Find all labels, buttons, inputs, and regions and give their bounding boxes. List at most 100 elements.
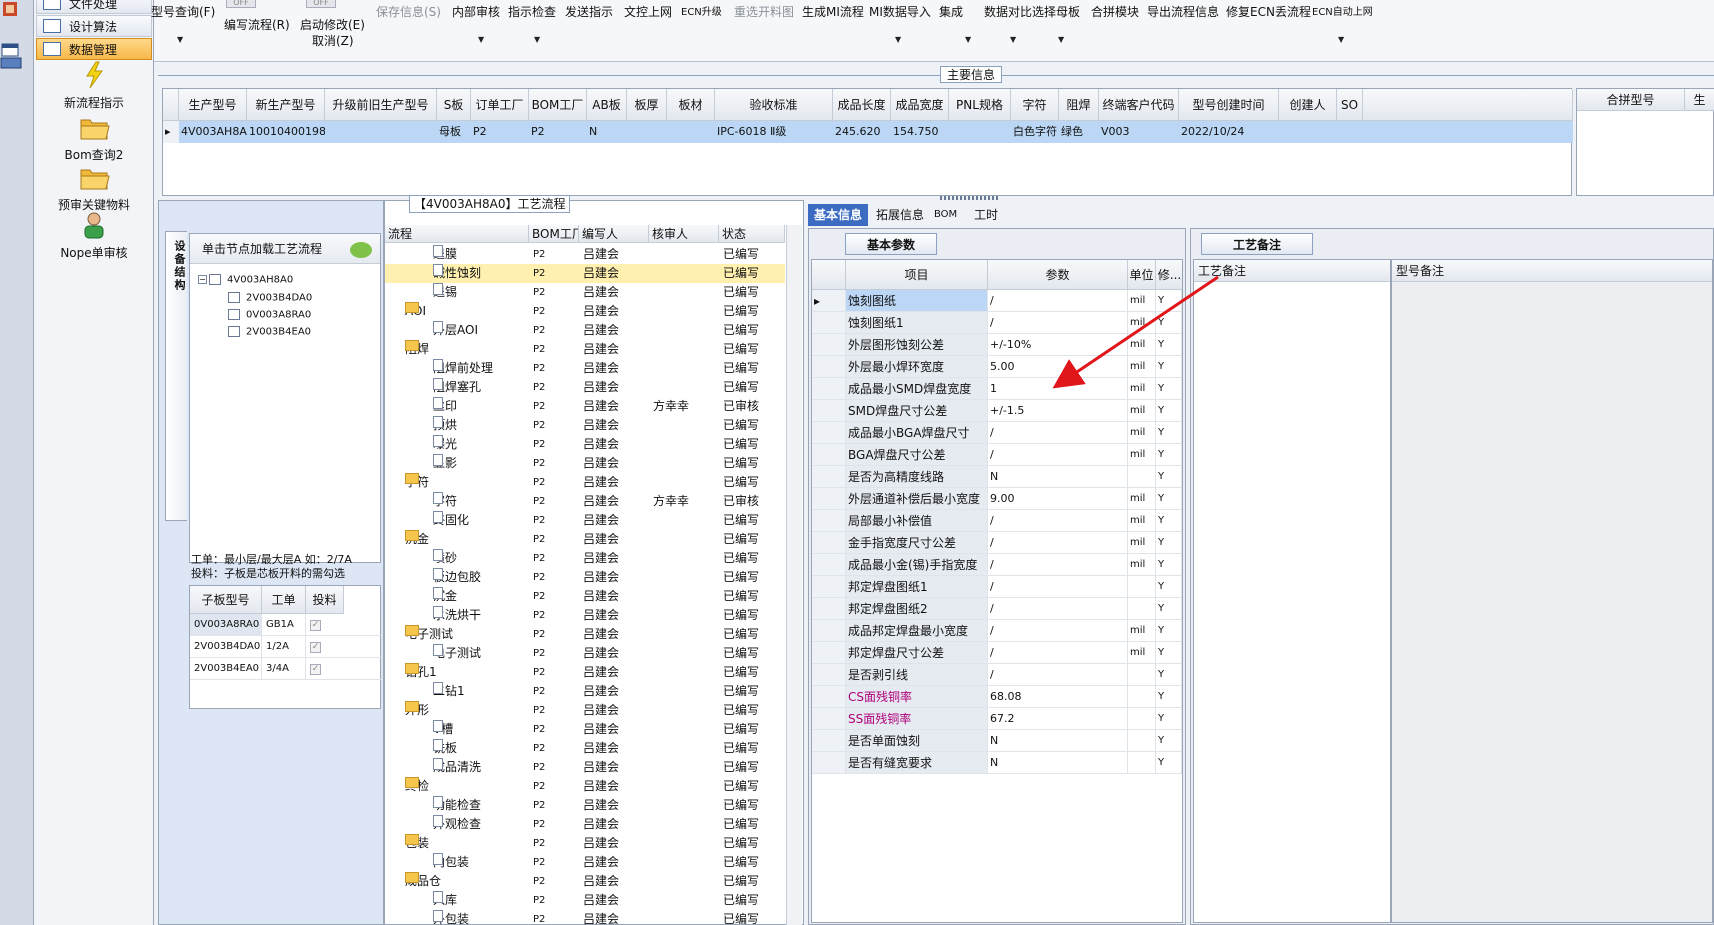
process-row[interactable]: 电子测试 P2 吕建会 已编写	[385, 644, 785, 663]
collapse-icon[interactable]: −	[198, 275, 207, 284]
speech-bubble-icon[interactable]	[350, 242, 372, 258]
main-cell[interactable]: P2	[529, 121, 587, 143]
basic-row[interactable]: 是否为高精度线路 N Y	[812, 466, 1182, 488]
main-col-header[interactable]: 终端客户代码	[1099, 89, 1179, 121]
toolbar-item-18[interactable]: 修复ECN丢流程	[1226, 3, 1311, 20]
basic-value[interactable]: +/-10%	[988, 334, 1128, 356]
basic-value[interactable]: 1	[988, 378, 1128, 400]
splitter-grip[interactable]	[940, 196, 1000, 200]
basic-params-grid[interactable]: 项目 参数 单位 修... ▸ 蚀刻图纸 / mil Y 蚀刻图纸1/mil Y 外层图形蚀刻公差 +/…	[811, 259, 1183, 923]
checkbox[interactable]: ✓	[310, 664, 321, 675]
main-col-header[interactable]: 型号创建时间	[1179, 89, 1279, 121]
basic-value[interactable]: +/-1.5	[988, 400, 1128, 422]
main-cell[interactable]: 白色字符	[1011, 121, 1059, 143]
process-row[interactable]: 碱性蚀刻 P2 吕建会 已编写	[385, 264, 785, 283]
nav-item-1[interactable]: 设计算法	[36, 15, 152, 37]
toolbar-item-10[interactable]: 重选开料图	[734, 3, 794, 20]
tree-child-node[interactable]: 0V003A8RA0	[228, 309, 311, 321]
basic-value[interactable]: /	[988, 554, 1128, 576]
basic-row[interactable]: 成品最小BGA焊盘尺寸 / mil Y	[812, 422, 1182, 444]
process-row[interactable]: 外观检查 P2 吕建会 已编写	[385, 815, 785, 834]
subgrid-cell-feed[interactable]: ✓	[306, 614, 382, 636]
toolbar-item-9[interactable]: ECN升级	[681, 3, 722, 18]
main-col-header[interactable]: AB板	[587, 89, 627, 121]
basic-row[interactable]: 成品邦定焊盘最小宽度 / mil Y	[812, 620, 1182, 642]
merge-model-grid[interactable]: 合拼型号生	[1576, 88, 1714, 196]
tab-3[interactable]: 工时	[968, 204, 1004, 226]
process-row[interactable]: 板边包胶 P2 吕建会 已编写	[385, 568, 785, 587]
basic-col-header[interactable]: 参数	[988, 260, 1128, 290]
subgrid-cell-model[interactable]: 2V003B4DA0	[190, 636, 262, 658]
basic-row[interactable]: 局部最小补偿值 / mil Y	[812, 510, 1182, 532]
merge-col-header[interactable]: 合拼型号	[1577, 89, 1685, 111]
subgrid-cell-order[interactable]: 3/4A	[262, 658, 306, 680]
main-cell[interactable]: 4V003AH8A0	[179, 121, 247, 143]
tree-child-node[interactable]: 2V003B4EA0	[228, 326, 311, 338]
main-col-header[interactable]: 板厚	[627, 89, 667, 121]
process-row[interactable]: 入库 P2 吕建会 已编写	[385, 891, 785, 910]
basic-value[interactable]: 67.2	[988, 708, 1128, 730]
process-row[interactable]: 外层AOI P2 吕建会 已编写	[385, 321, 785, 340]
basic-value[interactable]: 5.00	[988, 356, 1128, 378]
subgrid-col-header[interactable]: 子板型号	[190, 586, 262, 614]
process-notes-column[interactable]: 工艺备注	[1193, 259, 1391, 923]
process-row[interactable]: −终检 P2 吕建会 已编写	[385, 777, 785, 796]
basic-row[interactable]: 是否有缝宽要求 N Y	[812, 752, 1182, 774]
sub-board-grid[interactable]: 子板型号 工单 投料 0V003A8RA0 GB1A ✓ 2V003B4DA0 1/2A ✓ 2V…	[189, 585, 382, 709]
process-col-header[interactable]: 编写人	[579, 225, 649, 243]
basic-row[interactable]: SMD焊盘尺寸公差 +/-1.5 mil Y	[812, 400, 1182, 422]
subgrid-cell-order[interactable]: GB1A	[262, 614, 306, 636]
process-row[interactable]: 阻焊前处理 P2 吕建会 已编写	[385, 359, 785, 378]
nav-tool-2[interactable]: 预审关键物料	[34, 162, 154, 213]
dropdown-arrow-icon[interactable]: ▼	[1338, 35, 1344, 44]
main-cell[interactable]: 154.750	[891, 121, 949, 143]
main-cell[interactable]	[1279, 121, 1337, 143]
process-scrollbar[interactable]	[786, 225, 802, 925]
main-cell[interactable]: 10010400198751	[247, 121, 325, 143]
basic-value[interactable]: /	[988, 312, 1128, 334]
nav-tool-3[interactable]: Nope单审核	[34, 210, 154, 261]
tab-0[interactable]: 基本信息	[808, 204, 869, 226]
process-col-header[interactable]: 状态	[719, 225, 785, 243]
basic-value[interactable]: /	[988, 664, 1128, 686]
process-row[interactable]: −外形 P2 吕建会 已编写	[385, 701, 785, 720]
basic-value[interactable]: 68.08	[988, 686, 1128, 708]
main-col-header[interactable]: 创建人	[1279, 89, 1337, 121]
toolbar-item-2[interactable]: 启动修改(E)	[300, 16, 365, 33]
toolbar-item-7[interactable]: 发送指示	[565, 3, 613, 20]
main-cell[interactable]: 绿色	[1059, 121, 1099, 143]
main-col-header[interactable]: 成品长度	[833, 89, 891, 121]
nav-tool-0[interactable]: 新流程指示	[34, 60, 154, 111]
main-col-header[interactable]: 阻焊	[1059, 89, 1099, 121]
toolbar-item-19[interactable]: ECN自动上网	[1312, 3, 1373, 18]
basic-row[interactable]: 外层最小焊环宽度 5.00 mil Y	[812, 356, 1182, 378]
process-row[interactable]: 显影 P2 吕建会 已编写	[385, 454, 785, 473]
main-info-grid[interactable]: 生产型号4V003AH8A0新生产型号10010400198751升级前旧生产型…	[162, 88, 1573, 196]
off-toggle[interactable]: OFF	[226, 0, 256, 8]
process-row[interactable]: −电子测试 P2 吕建会 已编写	[385, 625, 785, 644]
process-row[interactable]: 预烘 P2 吕建会 已编写	[385, 416, 785, 435]
subgrid-col-header[interactable]: 投料	[306, 586, 344, 614]
structure-tree[interactable]: 单击节点加载工艺流程 − 4V003AH8A0 2V003B4DA0 0V003A8R…	[189, 233, 381, 563]
tree-child-node[interactable]: 2V003B4DA0	[228, 292, 312, 304]
basic-params-caption[interactable]: 基本参数	[845, 233, 937, 255]
basic-row[interactable]: 金手指宽度尺寸公差 / mil Y	[812, 532, 1182, 554]
basic-value[interactable]: /	[988, 642, 1128, 664]
toolbar-item-17[interactable]: 导出流程信息	[1147, 3, 1219, 20]
main-col-header[interactable]: PNL规格	[949, 89, 1011, 121]
process-row[interactable]: −阻焊 P2 吕建会 已编写	[385, 340, 785, 359]
subgrid-cell-model[interactable]: 2V003B4EA0	[190, 658, 262, 680]
basic-value[interactable]: /	[988, 620, 1128, 642]
process-row[interactable]: 功能检查 P2 吕建会 已编写	[385, 796, 785, 815]
basic-row[interactable]: 外层图形蚀刻公差 +/-10% mil Y	[812, 334, 1182, 356]
nav-item-0[interactable]: 文件处理	[36, 0, 152, 14]
basic-col-header[interactable]: 单位	[1128, 260, 1156, 290]
basic-value[interactable]: /	[988, 576, 1128, 598]
main-col-header[interactable]: 验收标准	[715, 89, 833, 121]
process-col-header[interactable]: 流程	[385, 225, 529, 243]
tab-1[interactable]: 拓展信息	[870, 204, 930, 226]
basic-value[interactable]: /	[988, 444, 1128, 466]
main-cell[interactable]: 2022/10/24	[1179, 121, 1279, 143]
basic-col-header[interactable]: 项目	[846, 260, 988, 290]
toolbar-item-4[interactable]: 保存信息(S)	[376, 3, 441, 20]
